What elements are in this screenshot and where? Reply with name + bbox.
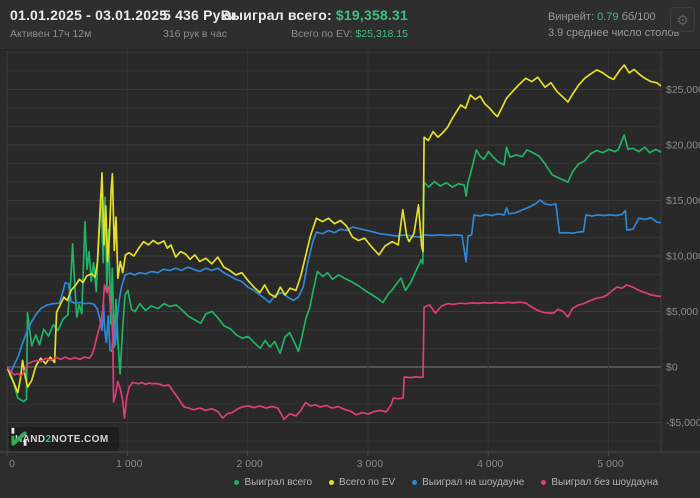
winrate-value: 0.79 [597, 11, 619, 23]
winrate-label: Винрейт: [548, 11, 598, 23]
plot-background [0, 50, 700, 452]
legend-item-2[interactable]: Выиграл на шоудауне [412, 477, 524, 488]
legend-dot-icon [234, 480, 240, 485]
x-tick-label: 4 000 [477, 458, 503, 470]
hand2note-logo-icon [11, 427, 27, 446]
legend-dot-icon [329, 480, 335, 485]
legend-dot-icon [412, 480, 418, 485]
hand2note-watermark: HAND2NOTE.COM [9, 427, 119, 451]
winrate-info: Винрейт: 0.79 бб/100 3.9 среднее число с… [548, 9, 680, 41]
y-tick-label: $5,000 [666, 306, 698, 318]
stats-header: 01.01.2025 - 03.01.2025 Активен 17ч 12м … [0, 0, 700, 50]
legend-label: Выиграл всего [244, 477, 313, 488]
y-tick-label: $20,000 [666, 139, 700, 151]
legend-dot-icon [541, 480, 547, 485]
won-total-value: $19,358.31 [335, 7, 408, 23]
settings-button[interactable]: ⚙ [670, 7, 695, 32]
won-total-label: Выиграл всего: [220, 7, 336, 23]
x-axis-labels: 0 1 000 2 000 3 000 4 000 5 000 [9, 458, 624, 470]
session-info: 01.01.2025 - 03.01.2025 Активен 17ч 12м [10, 7, 167, 40]
legend-item-0[interactable]: Выиграл всего [234, 477, 312, 488]
x-tick-label: 0 [9, 458, 15, 470]
x-tick-label: 5 000 [597, 458, 623, 470]
legend-label: Выиграл на шоудауне [422, 477, 525, 488]
date-range: 01.01.2025 - 03.01.2025 [10, 7, 168, 23]
gear-icon: ⚙ [676, 11, 689, 28]
legend-label: Выиграл без шоудауна [551, 477, 658, 488]
legend-item-3[interactable]: Выиграл без шоудауна [541, 477, 658, 488]
ev-total-value: $25,318.15 [355, 28, 408, 40]
y-tick-label: $10,000 [666, 250, 700, 262]
avg-tables: 3.9 среднее число столов [548, 27, 680, 39]
y-tick-label: $0 [666, 362, 678, 374]
y-tick-label: $15,000 [666, 195, 700, 207]
active-time: Активен 17ч 12м [10, 28, 92, 40]
watermark-text: HAND2NOTE.COM [15, 434, 109, 445]
winnings-chart: -$5,000 $0 $5,000 $10,000 $15,000 $20,000 $25,… [0, 50, 700, 470]
winrate-units: бб/100 [618, 11, 656, 23]
won-total-line: Выиграл всего: $19,358.31 [221, 7, 408, 23]
x-tick-label: 2 000 [236, 458, 262, 470]
chart-legend: Выиграл всего Всего по EV Выиграл на шоуда… [234, 477, 658, 488]
legend-label: Всего по EV [339, 477, 396, 488]
hand2note-graph-window: -$5,000 $0 $5,000 $10,000 $15,000 $20,000 $25,… [0, 0, 700, 498]
x-tick-label: 1 000 [116, 458, 142, 470]
y-tick-label: $25,000 [666, 84, 700, 96]
winnings-info: Выиграл всего: $19,358.31 Всего по EV: $… [221, 7, 408, 40]
winrate-line: Винрейт: 0.79 бб/100 [548, 9, 680, 25]
x-tick-label: 3 000 [357, 458, 383, 470]
ev-total-line: Всего по EV: $25,318.15 [221, 28, 408, 40]
legend-item-1[interactable]: Всего по EV [329, 477, 395, 488]
watermark-post: NOTE.COM [51, 433, 109, 445]
ev-total-label: Всего по EV: [291, 28, 356, 40]
y-tick-label: -$5,000 [666, 417, 700, 429]
